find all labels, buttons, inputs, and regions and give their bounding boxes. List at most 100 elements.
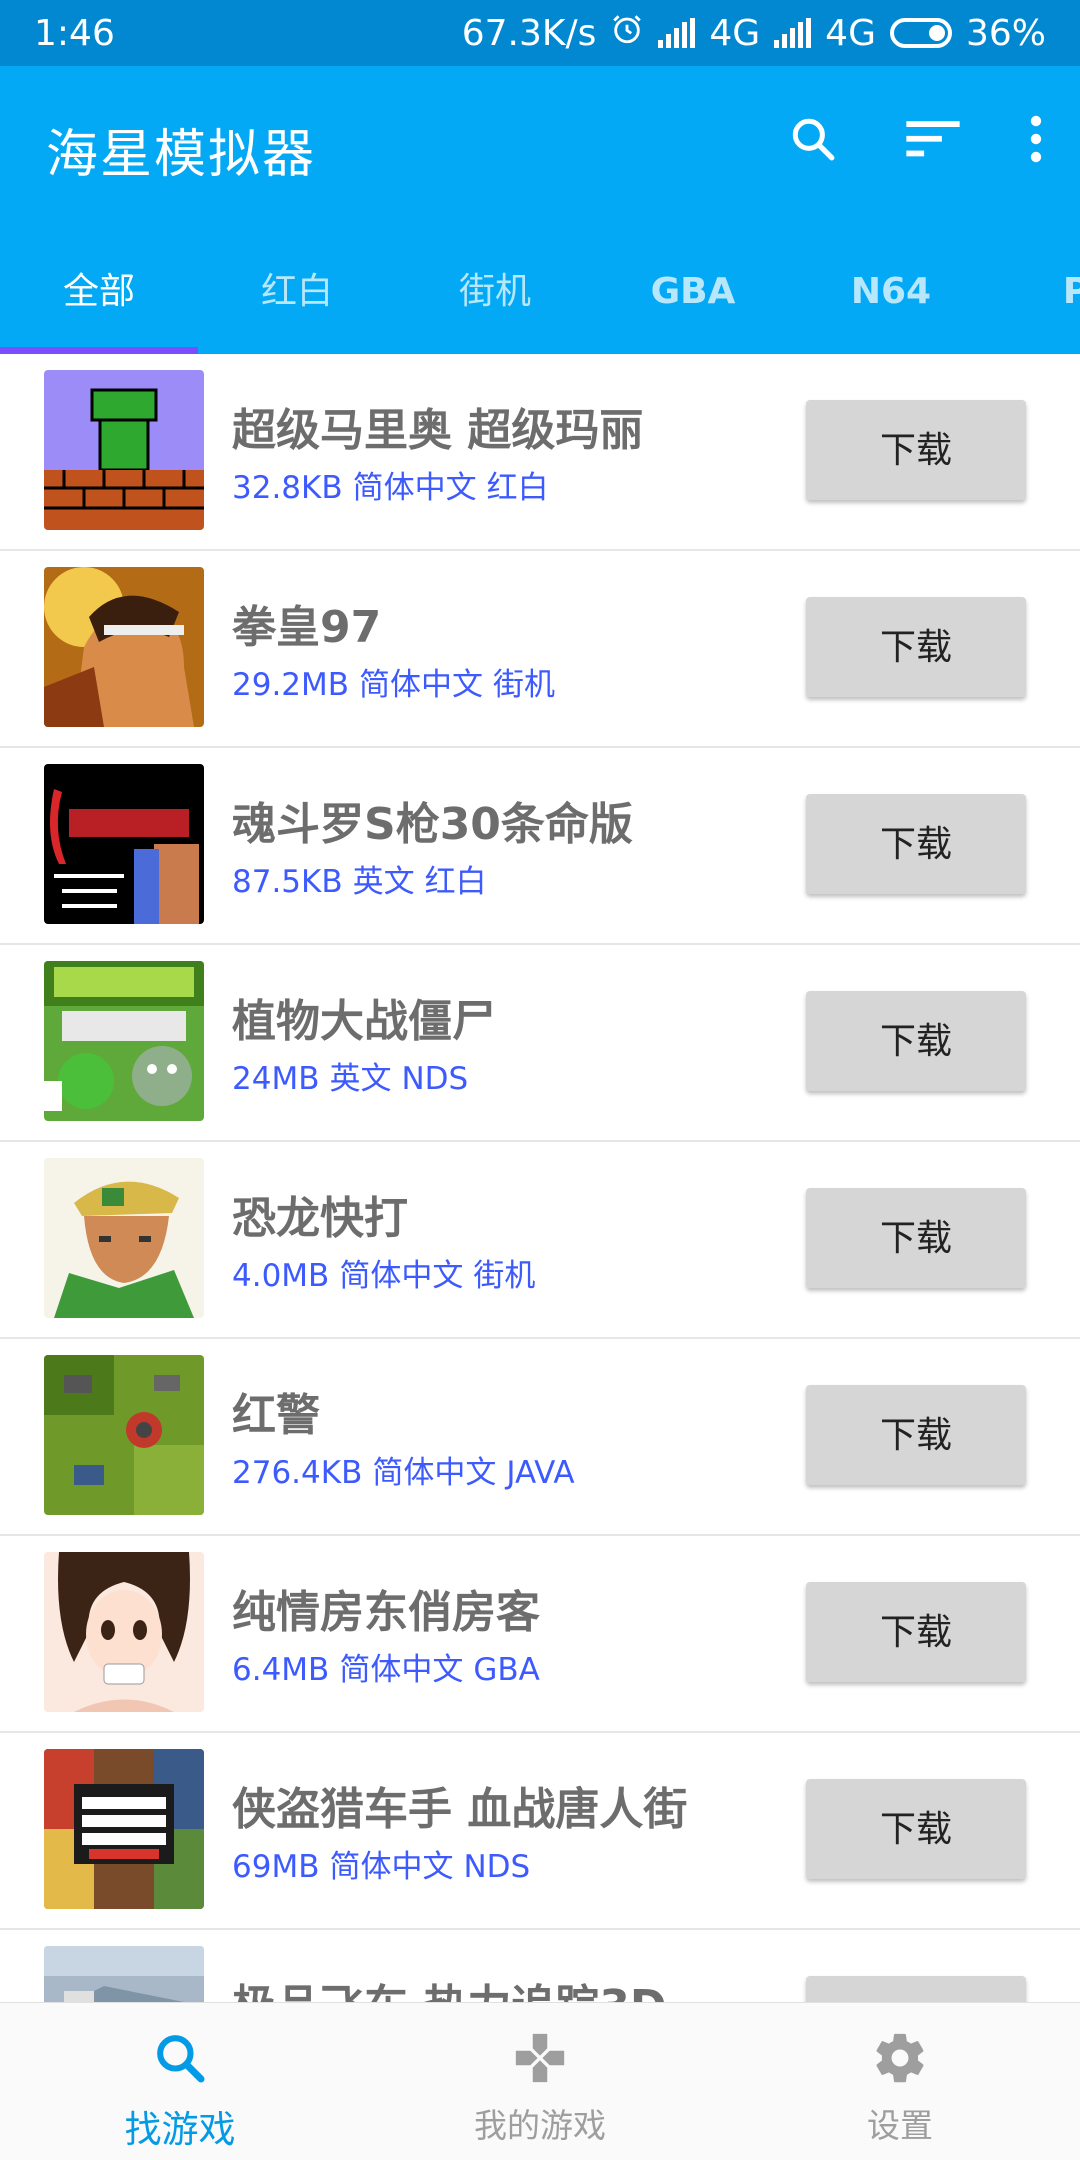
- list-item[interactable]: 超级马里奥 超级玛丽 32.8KB 简体中文 红白 下载: [0, 354, 1080, 551]
- game-meta: 6.4MB 简体中文 GBA: [232, 1644, 550, 1689]
- game-platform: 红白: [486, 470, 549, 506]
- network-type-2: 4G: [825, 12, 876, 54]
- game-language: 简体中文: [372, 1455, 497, 1491]
- app-bar: 海星模拟器 全部 红白 街机 GBA N64 PS: [0, 66, 1080, 354]
- game-language: 英文: [329, 1061, 392, 1097]
- tab-n64[interactable]: N64: [792, 242, 990, 354]
- game-cover-image: [44, 1158, 204, 1318]
- game-title: 红警: [232, 1390, 320, 1441]
- download-button[interactable]: 下载: [806, 1385, 1026, 1485]
- status-bar: 1:46 67.3K/s 4G 4G 36%: [0, 0, 1080, 66]
- alarm-icon: [610, 12, 644, 55]
- list-item[interactable]: 植物大战僵尸 24MB 英文 NDS 下载: [0, 945, 1080, 1142]
- game-platform: NDS: [463, 1849, 531, 1885]
- search-icon[interactable]: [786, 112, 840, 166]
- app-bar-actions: [786, 112, 1046, 166]
- bottom-nav: 找游戏 我的游戏 设置: [0, 2002, 1080, 2160]
- game-language: 简体中文: [329, 1849, 454, 1885]
- list-item[interactable]: 魂斗罗S枪30条命版 87.5KB 英文 红白 下载: [0, 748, 1080, 945]
- game-language: 简体中文: [352, 470, 477, 506]
- tab-gba[interactable]: GBA: [594, 242, 792, 354]
- tab-all[interactable]: 全部: [0, 242, 198, 354]
- game-title: 超级马里奥 超级玛丽: [232, 405, 644, 456]
- list-item[interactable]: 红警 276.4KB 简体中文 JAVA 下载: [0, 1339, 1080, 1536]
- download-button[interactable]: 下载: [806, 794, 1026, 894]
- game-platform: GBA: [473, 1652, 540, 1688]
- game-cover-image: [44, 1355, 204, 1515]
- list-item[interactable]: 拳皇97 29.2MB 简体中文 街机 下载: [0, 551, 1080, 748]
- game-platform: 街机: [473, 1258, 536, 1294]
- game-title: 植物大战僵尸: [232, 996, 496, 1047]
- game-meta: 32.8KB 简体中文 红白: [232, 462, 559, 507]
- game-cover-image: [44, 1946, 204, 2002]
- list-item[interactable]: 恐龙快打 4.0MB 简体中文 街机 下载: [0, 1142, 1080, 1339]
- game-platform: JAVA: [506, 1455, 575, 1491]
- game-title: 纯情房东俏房客: [232, 1587, 540, 1638]
- game-size: 24MB: [232, 1061, 320, 1097]
- nav-settings[interactable]: 设置: [720, 2003, 1080, 2160]
- game-language: 英文: [352, 864, 415, 900]
- tab-ps[interactable]: PS: [990, 242, 1080, 354]
- more-vert-icon[interactable]: [1026, 112, 1046, 166]
- list-item[interactable]: 极品飞车 热力追踪3D 下载: [0, 1930, 1080, 2002]
- download-button[interactable]: 下载: [806, 991, 1026, 1091]
- game-meta: 87.5KB 英文 红白: [232, 856, 497, 901]
- game-cover-image: [44, 961, 204, 1121]
- signal-icon: [774, 18, 812, 48]
- download-button[interactable]: 下载: [806, 400, 1026, 500]
- game-size: 4.0MB: [232, 1258, 330, 1294]
- game-cover-image: [44, 370, 204, 530]
- gamepad-icon: [505, 2023, 575, 2093]
- game-size: 32.8KB: [232, 470, 343, 506]
- download-button[interactable]: 下载: [806, 597, 1026, 697]
- game-meta: 276.4KB 简体中文 JAVA: [232, 1447, 585, 1492]
- game-platform: 红白: [424, 864, 487, 900]
- nav-label: 设置: [867, 2106, 933, 2145]
- game-platform: NDS: [401, 1061, 469, 1097]
- sort-icon[interactable]: [906, 112, 960, 166]
- nav-find-games[interactable]: 找游戏: [0, 2003, 360, 2160]
- game-meta: 24MB 英文 NDS: [232, 1053, 478, 1098]
- network-speed: 67.3K/s: [461, 12, 597, 54]
- network-type-1: 4G: [709, 12, 761, 54]
- list-item[interactable]: 侠盗猎车手 血战唐人街 69MB 简体中文 NDS 下载: [0, 1733, 1080, 1930]
- category-tabs: 全部 红白 街机 GBA N64 PS: [0, 242, 1080, 354]
- download-button[interactable]: 下载: [806, 1976, 1026, 2002]
- game-title: 侠盗猎车手 血战唐人街: [232, 1784, 688, 1835]
- download-button[interactable]: 下载: [806, 1582, 1026, 1682]
- status-right: 67.3K/s 4G 4G 36%: [462, 12, 1046, 55]
- battery-level: 36%: [965, 12, 1046, 54]
- nav-label: 找游戏: [124, 2108, 236, 2151]
- list-item[interactable]: 纯情房东俏房客 6.4MB 简体中文 GBA 下载: [0, 1536, 1080, 1733]
- game-cover-image: [44, 1552, 204, 1712]
- nav-label: 我的游戏: [474, 2106, 606, 2145]
- game-size: 276.4KB: [232, 1455, 363, 1491]
- game-title: 极品飞车 热力追踪3D: [232, 1970, 666, 2002]
- tab-fc[interactable]: 红白: [198, 242, 396, 354]
- game-size: 29.2MB: [232, 667, 350, 703]
- game-list[interactable]: 超级马里奥 超级玛丽 32.8KB 简体中文 红白 下载 拳皇97 29.2MB 简体…: [0, 354, 1080, 2002]
- game-title: 魂斗罗S枪30条命版: [232, 799, 633, 850]
- app-title: 海星模拟器: [46, 125, 317, 185]
- game-meta: 69MB 简体中文 NDS: [232, 1841, 540, 1886]
- game-meta: 29.2MB 简体中文 街机: [232, 659, 565, 704]
- download-button[interactable]: 下载: [806, 1188, 1026, 1288]
- search-icon: [145, 2023, 215, 2093]
- settings-icon: [865, 2023, 935, 2093]
- game-language: 简体中文: [359, 667, 484, 703]
- nav-my-games[interactable]: 我的游戏: [360, 2003, 720, 2160]
- game-size: 6.4MB: [232, 1652, 330, 1688]
- game-language: 简体中文: [339, 1258, 464, 1294]
- game-meta: 4.0MB 简体中文 街机: [232, 1250, 545, 1295]
- game-size: 87.5KB: [232, 864, 343, 900]
- battery-icon: [889, 18, 952, 48]
- download-button[interactable]: 下载: [806, 1779, 1026, 1879]
- status-time: 1:46: [34, 12, 115, 54]
- tab-arcade[interactable]: 街机: [396, 242, 594, 354]
- game-size: 69MB: [232, 1849, 320, 1885]
- game-cover-image: [44, 567, 204, 727]
- game-title: 恐龙快打: [232, 1193, 408, 1244]
- game-title: 拳皇97: [232, 602, 382, 653]
- signal-icon: [658, 18, 696, 48]
- game-cover-image: [44, 764, 204, 924]
